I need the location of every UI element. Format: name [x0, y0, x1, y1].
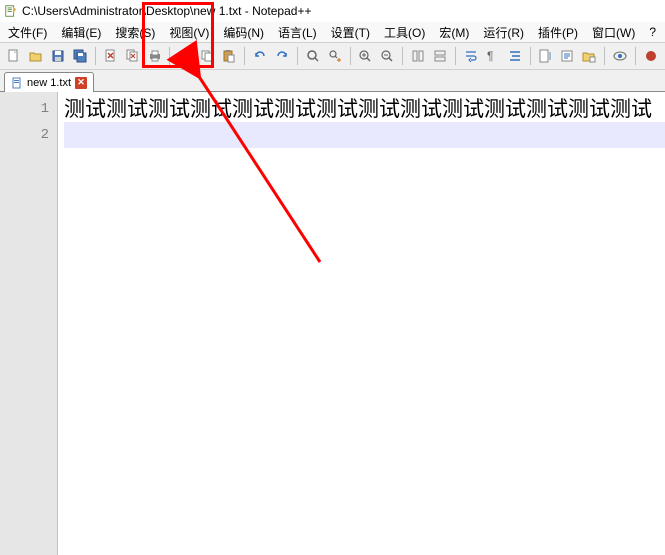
doc-map-button[interactable]: [536, 45, 556, 67]
show-all-chars-button[interactable]: ¶: [483, 45, 503, 67]
save-button[interactable]: [48, 45, 68, 67]
toolbar-separator: [244, 47, 245, 65]
menubar: 文件(F) 编辑(E) 搜索(S) 视图(V) 编码(N) 语言(L) 设置(T…: [0, 22, 665, 42]
menu-macro[interactable]: 宏(M): [433, 22, 475, 43]
wordwrap-button[interactable]: [461, 45, 481, 67]
app-icon: [4, 4, 18, 18]
menu-help[interactable]: ?: [643, 23, 662, 41]
menu-file[interactable]: 文件(F): [2, 22, 53, 43]
file-icon: [11, 77, 23, 89]
toolbar: ¶: [0, 42, 665, 70]
menu-edit[interactable]: 编辑(E): [55, 22, 107, 43]
indent-guide-button[interactable]: [505, 45, 525, 67]
text-line: 测试测试测试测试测试测试测试测试测试测试测试测试测试测试: [64, 96, 665, 122]
svg-text:¶: ¶: [487, 49, 493, 63]
current-line-highlight: [64, 122, 665, 148]
line-number: 1: [0, 96, 49, 122]
menu-settings[interactable]: 设置(T): [325, 22, 376, 43]
copy-button[interactable]: [197, 45, 217, 67]
toolbar-separator: [95, 47, 96, 65]
file-tab[interactable]: new 1.txt ✕: [4, 72, 94, 92]
zoom-out-button[interactable]: [377, 45, 397, 67]
editor-area: 1 2 测试测试测试测试测试测试测试测试测试测试测试测试测试测试: [0, 92, 665, 555]
text-editor[interactable]: 测试测试测试测试测试测试测试测试测试测试测试测试测试测试: [58, 92, 665, 555]
menu-encoding[interactable]: 编码(N): [217, 22, 270, 43]
menu-window[interactable]: 窗口(W): [586, 22, 641, 43]
toolbar-separator: [169, 47, 170, 65]
toolbar-separator: [635, 47, 636, 65]
line-number: 2: [0, 122, 49, 148]
toolbar-separator: [455, 47, 456, 65]
monitor-button[interactable]: [610, 45, 630, 67]
zoom-in-button[interactable]: [355, 45, 375, 67]
close-button[interactable]: [101, 45, 121, 67]
toolbar-separator: [530, 47, 531, 65]
sync-vscroll-button[interactable]: [408, 45, 428, 67]
window-title: C:\Users\Administrator\Desktop\new 1.txt…: [22, 4, 311, 18]
find-button[interactable]: [303, 45, 323, 67]
record-macro-button[interactable]: [641, 45, 661, 67]
tab-close-icon[interactable]: ✕: [75, 77, 87, 89]
toolbar-separator: [604, 47, 605, 65]
save-all-button[interactable]: [70, 45, 90, 67]
replace-button[interactable]: [325, 45, 345, 67]
toolbar-separator: [402, 47, 403, 65]
menu-language[interactable]: 语言(L): [272, 22, 323, 43]
folder-workspace-button[interactable]: [579, 45, 599, 67]
undo-button[interactable]: [250, 45, 270, 67]
close-all-button[interactable]: [123, 45, 143, 67]
toolbar-separator: [297, 47, 298, 65]
menu-view[interactable]: 视图(V): [163, 22, 215, 43]
menu-run[interactable]: 运行(R): [477, 22, 530, 43]
tabbar: new 1.txt ✕: [0, 70, 665, 92]
window-titlebar: C:\Users\Administrator\Desktop\new 1.txt…: [0, 0, 665, 22]
print-button[interactable]: [145, 45, 165, 67]
cut-button[interactable]: [175, 45, 195, 67]
toolbar-separator: [350, 47, 351, 65]
redo-button[interactable]: [272, 45, 292, 67]
paste-button[interactable]: [219, 45, 239, 67]
function-list-button[interactable]: [557, 45, 577, 67]
sync-hscroll-button[interactable]: [430, 45, 450, 67]
menu-plugins[interactable]: 插件(P): [532, 22, 584, 43]
menu-search[interactable]: 搜索(S): [109, 22, 161, 43]
line-number-gutter: 1 2: [0, 92, 58, 555]
open-file-button[interactable]: [26, 45, 46, 67]
new-file-button[interactable]: [4, 45, 24, 67]
menu-tools[interactable]: 工具(O): [378, 22, 431, 43]
tab-label: new 1.txt: [27, 77, 71, 89]
